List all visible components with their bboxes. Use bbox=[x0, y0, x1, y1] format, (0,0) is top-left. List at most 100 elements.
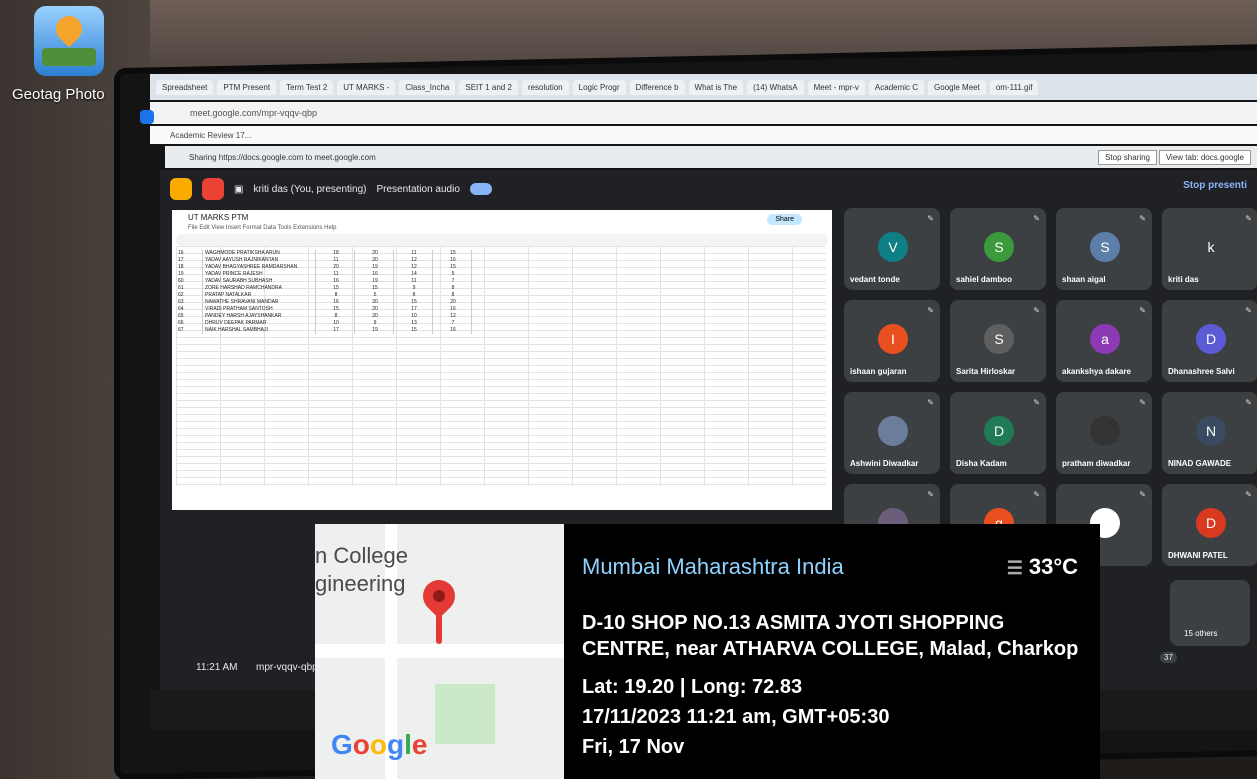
table-cell[interactable]: 20 bbox=[433, 299, 472, 306]
table-cell[interactable]: 20 bbox=[355, 257, 394, 264]
browser-tab[interactable]: PTM Present bbox=[217, 79, 277, 95]
table-cell[interactable]: 10 bbox=[316, 320, 355, 327]
table-cell[interactable]: 16 bbox=[433, 327, 472, 334]
table-cell[interactable]: 19 bbox=[176, 271, 203, 278]
table-cell[interactable]: 14 bbox=[394, 271, 433, 278]
table-cell[interactable]: 8 bbox=[316, 292, 355, 299]
browser-tab[interactable]: Logic Progr bbox=[572, 79, 626, 95]
table-cell[interactable]: 10 bbox=[394, 313, 433, 320]
table-cell[interactable]: 5 bbox=[433, 271, 472, 278]
table-cell[interactable]: 12 bbox=[394, 264, 433, 271]
browser-tab[interactable]: UT MARKS - bbox=[337, 79, 396, 95]
table-cell[interactable]: 15 bbox=[433, 250, 472, 257]
table-cell[interactable]: 13 bbox=[394, 320, 433, 327]
table-cell[interactable]: WAGHMODE PRATIKSHA ARUN bbox=[203, 250, 316, 257]
table-cell[interactable]: 18 bbox=[316, 250, 355, 257]
table-cell[interactable]: YADAV PRINCE RAJESH bbox=[203, 271, 316, 278]
slides-icon[interactable] bbox=[170, 178, 192, 200]
table-cell[interactable]: YADAV AAYUSH RAJNIKANTAN bbox=[203, 257, 316, 264]
browser-tab[interactable]: SEIT 1 and 2 bbox=[459, 79, 518, 95]
table-cell[interactable]: 7 bbox=[433, 320, 472, 327]
table-cell[interactable]: 61 bbox=[176, 285, 203, 292]
table-cell[interactable]: 18 bbox=[176, 264, 203, 271]
table-cell[interactable]: 11 bbox=[394, 278, 433, 285]
presentation-audio-toggle[interactable] bbox=[469, 183, 492, 195]
table-cell[interactable]: 5 bbox=[355, 292, 394, 299]
table-cell[interactable]: 16 bbox=[176, 250, 203, 257]
table-cell[interactable]: NAIK HARSHAL SAMBHAJI bbox=[203, 327, 316, 334]
table-cell[interactable]: YADAV BHAGYASHREE RAMDARSHAN bbox=[203, 264, 316, 271]
table-cell[interactable]: 20 bbox=[355, 299, 394, 306]
table-cell[interactable]: PRATAP NATALKAR bbox=[203, 292, 316, 299]
table-cell[interactable]: 7 bbox=[433, 278, 472, 285]
view-tab-button[interactable]: View tab: docs.google bbox=[1158, 150, 1251, 165]
table-cell[interactable]: 19 bbox=[355, 327, 394, 334]
stop-presenting-button[interactable]: Stop presenti bbox=[1183, 180, 1247, 191]
table-cell[interactable]: 11 bbox=[316, 257, 355, 264]
table-cell[interactable]: 15 bbox=[316, 285, 355, 292]
participant-tile[interactable]: S Sarita Hirloskar ✎ bbox=[950, 300, 1046, 382]
table-cell[interactable]: 63 bbox=[176, 299, 203, 306]
table-cell[interactable]: 62 bbox=[176, 292, 203, 299]
table-cell[interactable]: 11 bbox=[394, 250, 433, 257]
browser-tab[interactable]: Difference b bbox=[629, 79, 685, 95]
table-cell[interactable]: NAWATHE SHRAVANI MANDAR bbox=[203, 299, 316, 306]
table-cell[interactable]: 20 bbox=[316, 264, 355, 271]
table-cell[interactable]: 11 bbox=[316, 271, 355, 278]
share-button[interactable]: Share bbox=[767, 214, 802, 225]
table-cell[interactable]: 17 bbox=[316, 327, 355, 334]
table-cell[interactable]: 12 bbox=[433, 313, 472, 320]
participant-tile[interactable]: Ashwini Diwadkar ✎ bbox=[844, 392, 940, 474]
participant-tile[interactable]: D DHWANI PATEL ✎ bbox=[1162, 484, 1257, 566]
participant-tile[interactable]: pratham diwadkar ✎ bbox=[1056, 392, 1152, 474]
browser-tab[interactable]: Class_Incha bbox=[399, 79, 456, 95]
table-cell[interactable]: ZORE HARSHAD RAMCHANDRA bbox=[203, 285, 316, 292]
participant-tile[interactable]: D Disha Kadam ✎ bbox=[950, 392, 1046, 474]
table-cell[interactable]: 16 bbox=[433, 306, 472, 313]
participant-tile[interactable]: Iishaan gujaran ✎ bbox=[844, 300, 940, 382]
participant-tile[interactable]: D Dhanashree Salvi ✎ bbox=[1162, 300, 1257, 382]
table-cell[interactable]: 20 bbox=[355, 306, 394, 313]
participant-tile[interactable]: Vvedant tonde ✎ bbox=[844, 208, 940, 290]
browser-tab[interactable]: What is The bbox=[688, 79, 744, 95]
table-cell[interactable]: 15 bbox=[316, 306, 355, 313]
browser-tab[interactable]: om-111.gif bbox=[989, 79, 1039, 95]
table-cell[interactable]: 8 bbox=[433, 285, 472, 292]
participant-tile[interactable]: k kriti das ✎ bbox=[1162, 208, 1257, 290]
table-cell[interactable]: 15 bbox=[394, 299, 433, 306]
table-cell[interactable]: 66 bbox=[176, 320, 203, 327]
table-cell[interactable]: 16 bbox=[355, 271, 394, 278]
browser-tab[interactable]: Google Meet bbox=[928, 79, 986, 95]
address-bar[interactable]: meet.google.com/mpr-vqqv-qbp bbox=[150, 102, 1257, 124]
table-cell[interactable]: 8 bbox=[433, 292, 472, 299]
table-cell[interactable]: 15 bbox=[355, 285, 394, 292]
participant-tile[interactable]: N NINAD GAWADE ✎ bbox=[1162, 392, 1257, 474]
table-cell[interactable]: YADAV SAURABH SUBHASH bbox=[203, 278, 316, 285]
table-cell[interactable]: 8 bbox=[394, 292, 433, 299]
table-cell[interactable]: 19 bbox=[355, 278, 394, 285]
table-cell[interactable]: VIRADI PRATHAM SANTOSH bbox=[203, 306, 316, 313]
table-cell[interactable]: 17 bbox=[394, 306, 433, 313]
bookmark-item[interactable]: Academic Review 17... bbox=[170, 131, 251, 140]
table-cell[interactable]: 8 bbox=[316, 313, 355, 320]
browser-tab[interactable]: Academic C bbox=[868, 79, 925, 95]
table-cell[interactable]: DHRUV DEEPAK PARMAR bbox=[203, 320, 316, 327]
table-cell[interactable]: 60 bbox=[176, 278, 203, 285]
table-cell[interactable]: 15 bbox=[433, 264, 472, 271]
table-cell[interactable]: 16 bbox=[316, 299, 355, 306]
table-cell[interactable]: 9 bbox=[355, 320, 394, 327]
table-cell[interactable]: 67 bbox=[176, 327, 203, 334]
table-cell[interactable]: 16 bbox=[433, 257, 472, 264]
home-icon[interactable] bbox=[140, 110, 154, 124]
table-cell[interactable]: 65 bbox=[176, 313, 203, 320]
table-cell[interactable]: 9 bbox=[394, 285, 433, 292]
stop-sharing-button[interactable]: Stop sharing bbox=[1098, 150, 1157, 165]
participant-tile[interactable]: Ssahiel damboo ✎ bbox=[950, 208, 1046, 290]
table-cell[interactable]: 17 bbox=[176, 257, 203, 264]
table-cell[interactable]: 16 bbox=[316, 278, 355, 285]
table-cell[interactable]: PANDEY HARSH AJAYSHANKAR bbox=[203, 313, 316, 320]
record-icon[interactable] bbox=[202, 178, 224, 200]
table-cell[interactable]: 20 bbox=[355, 313, 394, 320]
others-tile[interactable]: 15 others bbox=[1170, 580, 1250, 646]
browser-tab[interactable]: Meet - mpr-v bbox=[807, 79, 865, 95]
